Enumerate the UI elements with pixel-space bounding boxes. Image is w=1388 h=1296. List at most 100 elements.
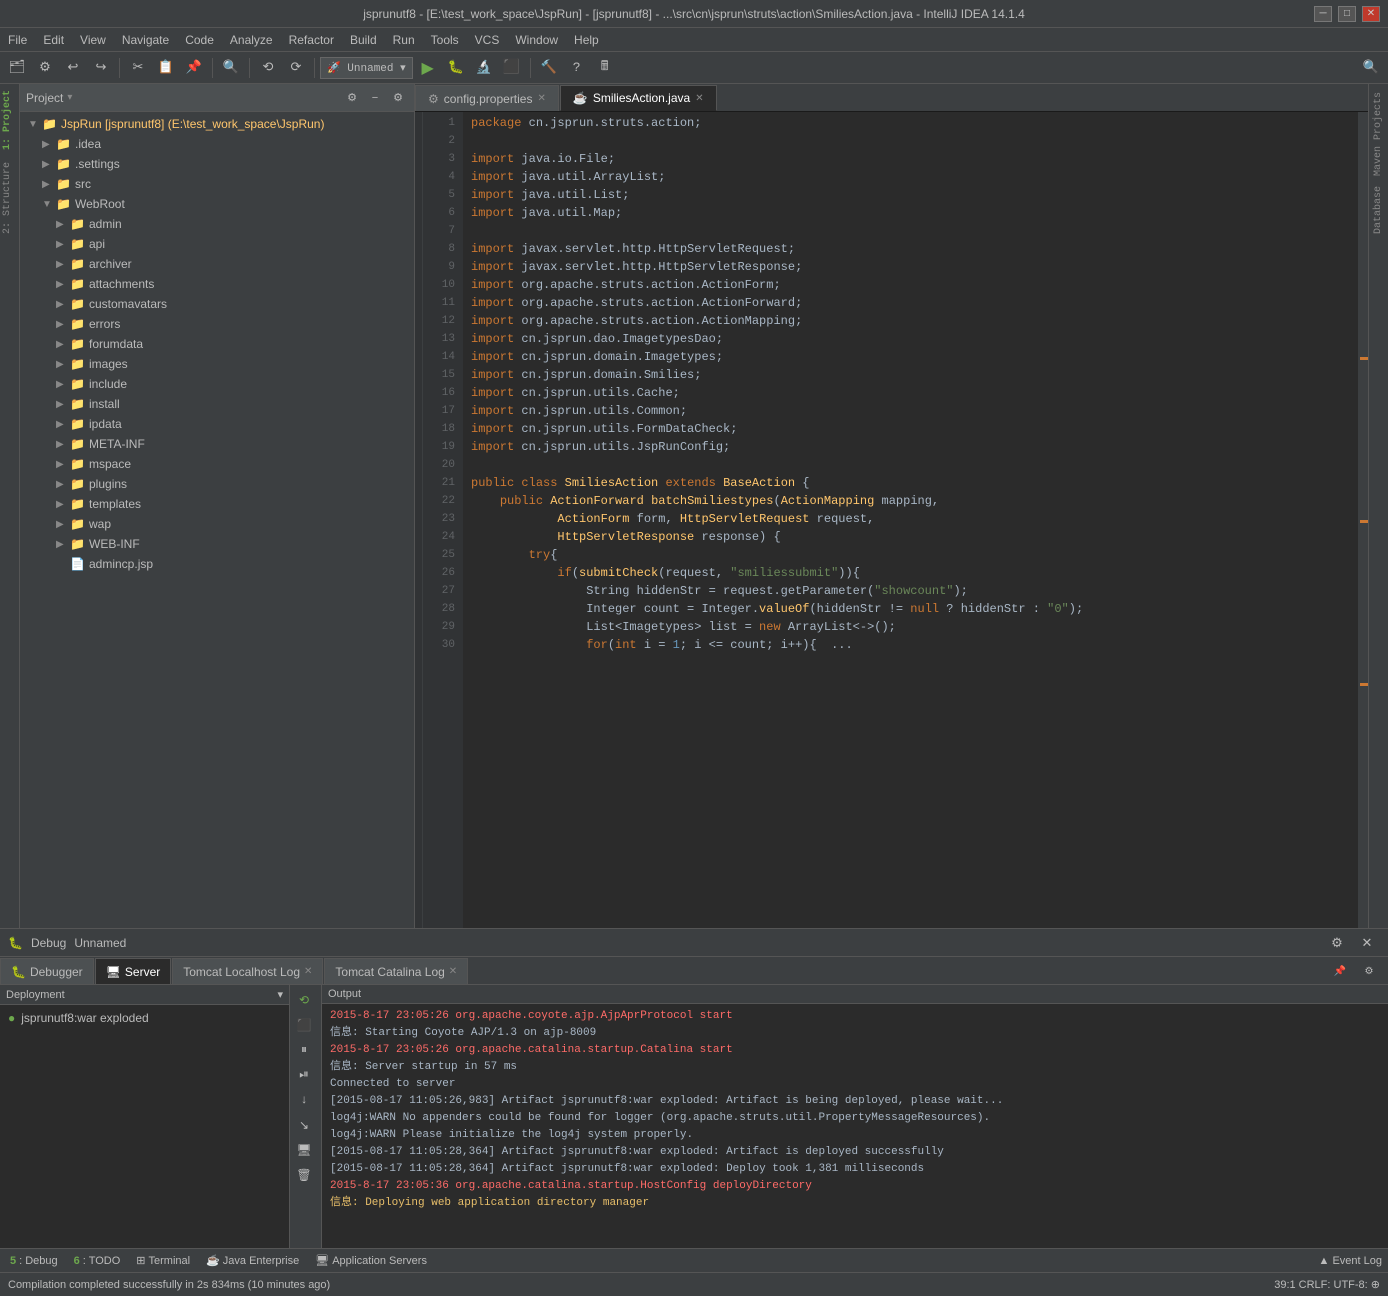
dt-step2-btn[interactable]: ↘	[292, 1114, 316, 1136]
file-icon-admincp: 📄	[70, 557, 86, 571]
btab-tomcat-localhost[interactable]: Tomcat Localhost Log ✕	[172, 958, 323, 984]
tree-item-attachments[interactable]: ▶ 📁 attachments	[20, 274, 414, 294]
structure-panel-toggle[interactable]: 2: Structure	[0, 156, 19, 240]
menu-navigate[interactable]: Navigate	[114, 28, 177, 51]
gear-btn[interactable]: ⚙	[1356, 960, 1382, 984]
btab-tomcat-catalina[interactable]: Tomcat Catalina Log ✕	[324, 958, 468, 984]
btab-tomcat-catalina-close[interactable]: ✕	[449, 966, 457, 977]
tree-item-metainf[interactable]: ▶ 📁 META-INF	[20, 434, 414, 454]
toolbar-copy-btn[interactable]: 📋	[153, 56, 179, 80]
tree-item-idea[interactable]: ▶ 📁 .idea	[20, 134, 414, 154]
tree-item-plugins[interactable]: ▶ 📁 plugins	[20, 474, 414, 494]
tree-item-templates[interactable]: ▶ 📁 templates	[20, 494, 414, 514]
menu-tools[interactable]: Tools	[423, 28, 467, 51]
toolbar-hammer-btn[interactable]: 🔨	[536, 56, 562, 80]
toolbar-debug-tab[interactable]: 5 : Debug	[6, 1249, 62, 1272]
tab-config-properties[interactable]: ⚙ config.properties ✕	[415, 85, 559, 111]
maximize-button[interactable]: □	[1338, 6, 1356, 22]
dt-console-btn[interactable]: 🖥	[292, 1139, 316, 1161]
toolbar-sync-btn[interactable]: ⚙	[32, 56, 58, 80]
tree-item-errors[interactable]: ▶ 📁 errors	[20, 314, 414, 334]
dt-pause-btn[interactable]: ⏸	[292, 1039, 316, 1061]
dt-stop-btn[interactable]: ⬛	[292, 1014, 316, 1036]
debug-close-btn[interactable]: ✕	[1354, 931, 1380, 955]
toolbar-calc-btn[interactable]: 🖩	[592, 56, 618, 80]
btab-server[interactable]: 🖥 Server	[95, 958, 172, 984]
tree-item-ipdata[interactable]: ▶ 📁 ipdata	[20, 414, 414, 434]
project-collapse-btn[interactable]: −	[365, 88, 385, 108]
menu-file[interactable]: File	[0, 28, 35, 51]
tree-item-install[interactable]: ▶ 📁 install	[20, 394, 414, 414]
btab-tomcat-localhost-close[interactable]: ✕	[304, 966, 312, 977]
pin-btn[interactable]: 📌	[1327, 960, 1353, 984]
menu-window[interactable]: Window	[507, 28, 566, 51]
project-settings-btn[interactable]: ⚙	[388, 88, 408, 108]
toolbar-fwd-btn[interactable]: ↪	[88, 56, 114, 80]
tree-item-include[interactable]: ▶ 📁 include	[20, 374, 414, 394]
tree-item-api[interactable]: ▶ 📁 api	[20, 234, 414, 254]
menu-run[interactable]: Run	[385, 28, 423, 51]
tree-item-webinf[interactable]: ▶ 📁 WEB-INF	[20, 534, 414, 554]
debug-button[interactable]: 🐛	[443, 56, 469, 80]
menu-vcs[interactable]: VCS	[467, 28, 508, 51]
maven-projects-panel[interactable]: Maven Projects	[1371, 88, 1386, 180]
menu-build[interactable]: Build	[342, 28, 385, 51]
project-sync-btn[interactable]: ⚙	[342, 88, 362, 108]
project-panel-toggle[interactable]: 1: Project	[0, 84, 19, 156]
stop-button[interactable]: ⬛	[499, 56, 525, 80]
toolbar-sep2	[212, 58, 213, 78]
tree-item-customavatars[interactable]: ▶ 📁 customavatars	[20, 294, 414, 314]
menu-refactor[interactable]: Refactor	[281, 28, 342, 51]
dt-restart-btn[interactable]: ⟲	[292, 989, 316, 1011]
tree-item-mspace[interactable]: ▶ 📁 mspace	[20, 454, 414, 474]
tree-item-webroot[interactable]: ▼ 📁 WebRoot	[20, 194, 414, 214]
tree-item-forumdata[interactable]: ▶ 📁 forumdata	[20, 334, 414, 354]
close-button[interactable]: ✕	[1362, 6, 1380, 22]
run-button[interactable]: ▶	[415, 56, 441, 80]
deploy-item-war[interactable]: ● jsprunutf8:war exploded	[4, 1009, 285, 1027]
dt-step-btn[interactable]: ↓	[292, 1089, 316, 1111]
toolbar-terminal-tab[interactable]: ⊞ Terminal	[132, 1249, 194, 1272]
toolbar-java-enterprise-tab[interactable]: ☕ Java Enterprise	[202, 1249, 303, 1272]
tree-item-images[interactable]: ▶ 📁 images	[20, 354, 414, 374]
tree-item-root[interactable]: ▼ 📁 JspRun [jsprunutf8] (E:\test_work_sp…	[20, 114, 414, 134]
menu-help[interactable]: Help	[566, 28, 607, 51]
toolbar-help-btn[interactable]: ?	[564, 56, 590, 80]
menu-view[interactable]: View	[72, 28, 114, 51]
dt-resume-btn[interactable]: ⏯	[292, 1064, 316, 1086]
toolbar-project-btn[interactable]: 🗂	[4, 56, 30, 80]
toolbar-back-btn[interactable]: ↩	[60, 56, 86, 80]
tree-item-src[interactable]: ▶ 📁 src	[20, 174, 414, 194]
debug-settings-btn[interactable]: ⚙	[1324, 931, 1350, 955]
tree-item-admin[interactable]: ▶ 📁 admin	[20, 214, 414, 234]
toolbar-redo-btn[interactable]: ⟳	[283, 56, 309, 80]
dt-trash-btn[interactable]: 🗑	[292, 1164, 316, 1186]
toolbar-paste-btn[interactable]: 📌	[181, 56, 207, 80]
tab-config-close[interactable]: ✕	[537, 93, 545, 104]
btab-debugger[interactable]: 🐛 Debugger	[0, 958, 94, 984]
menu-analyze[interactable]: Analyze	[222, 28, 281, 51]
run-config-selector[interactable]: 🚀 Unnamed ▾	[320, 57, 413, 79]
tree-item-admincp[interactable]: ▶ 📄 admincp.jsp	[20, 554, 414, 574]
tab-smilies-action[interactable]: ☕ SmiliesAction.java ✕	[560, 85, 717, 111]
tree-item-wap[interactable]: ▶ 📁 wap	[20, 514, 414, 534]
coverage-button[interactable]: 🔬	[471, 56, 497, 80]
code-editor[interactable]: 12345 678910 1112131415 1617181920 21222…	[415, 112, 1368, 928]
toolbar-cut-btn[interactable]: ✂	[125, 56, 151, 80]
scrollbar-marks[interactable]	[1358, 112, 1368, 928]
database-panel[interactable]: Database	[1371, 182, 1386, 238]
code-content[interactable]: package cn.jsprun.struts.action; import …	[463, 112, 1358, 928]
toolbar-todo-tab[interactable]: 6 : TODO	[70, 1249, 125, 1272]
toolbar-undo-btn[interactable]: ⟲	[255, 56, 281, 80]
tree-item-archiver[interactable]: ▶ 📁 archiver	[20, 254, 414, 274]
tree-item-settings[interactable]: ▶ 📁 .settings	[20, 154, 414, 174]
toolbar-find-btn[interactable]: 🔍	[218, 56, 244, 80]
tab-smilies-close[interactable]: ✕	[695, 93, 703, 104]
toolbar-search-everywhere[interactable]: 🔍	[1358, 56, 1384, 80]
toolbar-app-servers-tab[interactable]: 🖥 Application Servers	[311, 1249, 431, 1272]
minimize-button[interactable]: ─	[1314, 6, 1332, 22]
event-log-btn[interactable]: ▲ Event Log	[1319, 1255, 1382, 1267]
menu-edit[interactable]: Edit	[35, 28, 72, 51]
menu-code[interactable]: Code	[177, 28, 222, 51]
output-content[interactable]: 2015-8-17 23:05:26 org.apache.coyote.ajp…	[322, 1004, 1388, 1248]
